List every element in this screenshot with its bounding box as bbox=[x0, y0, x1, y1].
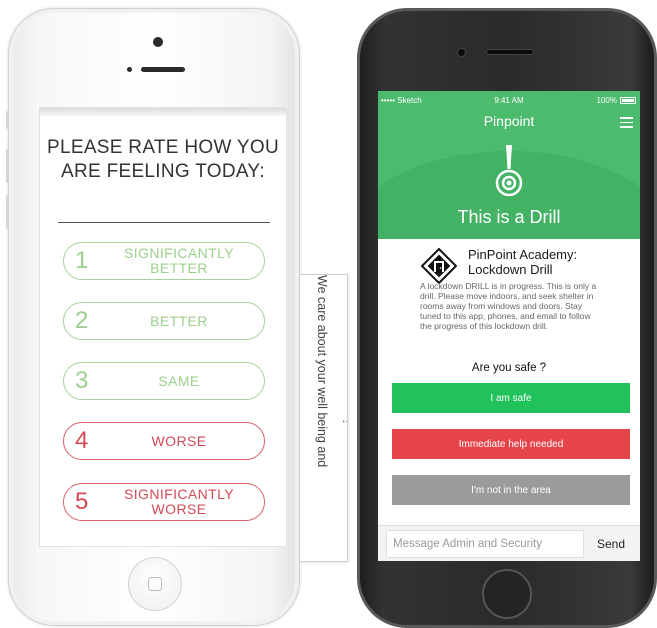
rating-number: 5 bbox=[75, 488, 89, 515]
org-name: PinPoint Academy: Lockdown Drill bbox=[468, 247, 578, 277]
stage: PLEASE RATE HOW YOU ARE FEELING TODAY: 1… bbox=[0, 0, 657, 628]
rating-title: PLEASE RATE HOW YOU ARE FEELING TODAY: bbox=[47, 137, 279, 182]
app-title: Pinpoint bbox=[483, 113, 535, 129]
rating-label: WORSE bbox=[151, 432, 207, 449]
i-am-safe-button[interactable]: I am safe bbox=[392, 383, 630, 413]
front-camera bbox=[457, 48, 466, 57]
rating-option-significantly-better[interactable]: 1 SIGNIFICANTLY BETTER bbox=[63, 242, 265, 280]
pinpoint-screen: ••••• Sketch 9:41 AM 100% Pinpoint This … bbox=[378, 91, 640, 561]
mute-switch bbox=[6, 111, 9, 129]
status-bar: ••••• Sketch 9:41 AM 100% bbox=[378, 91, 640, 109]
wellbeing-card: We care about your well being and ... bbox=[300, 274, 348, 562]
wellbeing-card-text: We care about your well being and bbox=[315, 275, 329, 468]
rating-number: 2 bbox=[75, 307, 89, 334]
top-scroll-strip bbox=[40, 108, 286, 116]
volume-down-button bbox=[6, 195, 9, 229]
safety-question: Are you safe ? bbox=[471, 362, 547, 374]
home-button[interactable] bbox=[128, 557, 182, 611]
rating-label: SIGNIFICANTLY BETTER bbox=[124, 245, 234, 276]
black-phone-device: ••••• Sketch 9:41 AM 100% Pinpoint This … bbox=[357, 8, 657, 628]
rating-screen: PLEASE RATE HOW YOU ARE FEELING TODAY: 1… bbox=[39, 107, 287, 547]
lockdown-door-icon bbox=[421, 248, 457, 284]
hamburger-menu-icon[interactable] bbox=[620, 117, 633, 128]
rating-number: 4 bbox=[75, 427, 89, 454]
alert-content: PinPoint Academy: Lockdown Drill A lockd… bbox=[378, 239, 640, 525]
drill-banner: Pinpoint This is a Drill bbox=[378, 109, 640, 239]
message-composer: Send bbox=[378, 525, 640, 561]
white-phone-device: PLEASE RATE HOW YOU ARE FEELING TODAY: 1… bbox=[6, 8, 300, 626]
pin-alert-icon bbox=[495, 145, 523, 197]
rating-label: SAME bbox=[158, 372, 200, 389]
rating-option-significantly-worse[interactable]: 5 SIGNIFICANTLY WORSE bbox=[63, 483, 265, 521]
home-button[interactable] bbox=[482, 569, 532, 619]
battery-icon bbox=[620, 97, 636, 104]
rating-label: SIGNIFICANTLY WORSE bbox=[124, 486, 234, 517]
help-needed-button[interactable]: Immediate help needed bbox=[392, 429, 630, 459]
earpiece-speaker bbox=[486, 49, 534, 55]
rating-option-worse[interactable]: 4 WORSE bbox=[63, 422, 265, 460]
proximity-sensor bbox=[127, 67, 132, 72]
not-in-area-button[interactable]: I'm not in the area bbox=[392, 475, 630, 505]
battery-indicator: 100% bbox=[597, 96, 636, 105]
earpiece-speaker bbox=[141, 67, 185, 72]
front-camera bbox=[153, 37, 163, 47]
rating-number: 3 bbox=[75, 367, 89, 394]
title-divider bbox=[58, 222, 270, 223]
message-input[interactable] bbox=[386, 530, 584, 558]
rating-option-better[interactable]: 2 BETTER bbox=[63, 302, 265, 340]
drill-title: This is a Drill bbox=[457, 207, 561, 227]
battery-percent: 100% bbox=[596, 96, 617, 105]
more-ellipsis: ... bbox=[342, 411, 347, 425]
rating-option-same[interactable]: 3 SAME bbox=[63, 362, 265, 400]
alert-message: A lockdown DRILL is in progress. This is… bbox=[420, 281, 597, 331]
send-button[interactable]: Send bbox=[588, 530, 634, 558]
volume-up-button bbox=[6, 149, 9, 183]
rating-number: 1 bbox=[75, 247, 89, 274]
rating-label: BETTER bbox=[150, 312, 208, 329]
home-square-icon bbox=[148, 577, 162, 591]
